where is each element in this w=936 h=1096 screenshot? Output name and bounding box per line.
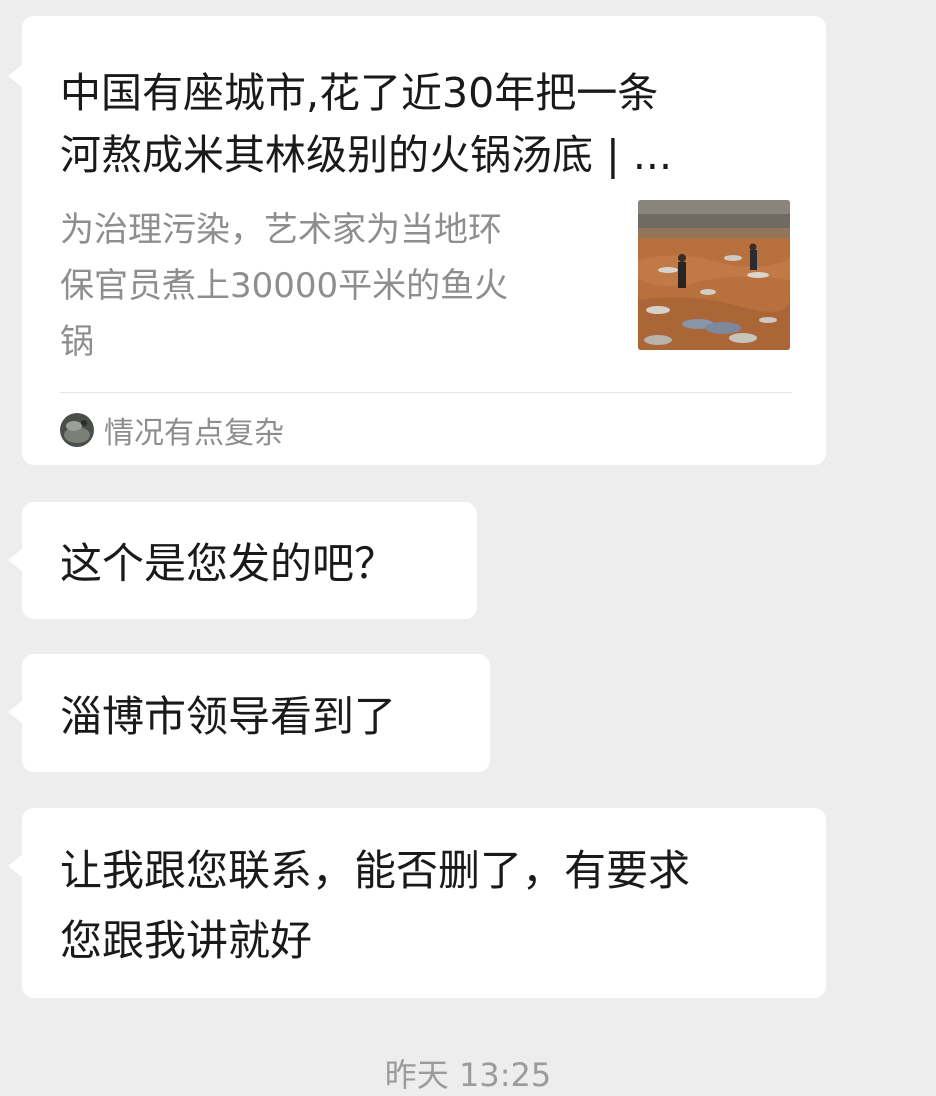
avatar-icon: [60, 413, 94, 447]
message-timestamp: 昨天 13:25: [384, 1056, 552, 1094]
article-divider: [60, 392, 792, 393]
article-thumbnail: [638, 200, 790, 350]
article-title: 中国有座城市,花了近30年把一条 河熬成米其林级别的火锅汤底 | ...: [60, 69, 672, 179]
message-bubble[interactable]: 让我跟您联系，能否删了，有要求 您跟我讲就好: [8, 808, 826, 998]
message-text: 这个是您发的吧？: [60, 539, 397, 588]
river-photo-thumbnail-icon: [638, 200, 790, 350]
message-bubble[interactable]: 淄博市领导看到了: [8, 654, 490, 772]
message-bubble[interactable]: 这个是您发的吧？: [8, 502, 477, 619]
message-text: 让我跟您联系，能否删了，有要求 您跟我讲就好: [60, 846, 691, 965]
message-text: 淄博市领导看到了: [60, 691, 397, 741]
article-card-bubble[interactable]: 中国有座城市,花了近30年把一条 河熬成米其林级别的火锅汤底 | ... 为治理…: [8, 16, 826, 465]
article-description: 为治理污染，艺术家为当地环 保官员煮上30000平米的鱼火 锅: [60, 210, 509, 362]
article-source: 情况有点复杂: [60, 410, 284, 451]
source-name: 情况有点复杂: [104, 416, 284, 451]
